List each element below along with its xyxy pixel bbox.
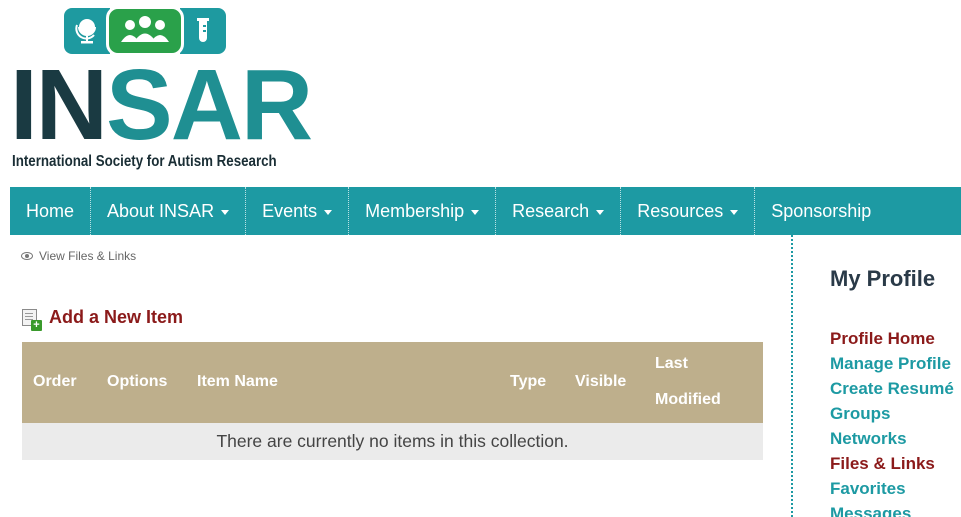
sidebar-divider	[791, 235, 793, 517]
caret-down-icon	[324, 209, 333, 215]
column-header-options[interactable]: Options	[107, 373, 167, 391]
column-header-last[interactable]: Last	[655, 355, 688, 373]
add-new-item-link[interactable]: Add a New Item	[22, 307, 184, 331]
nav-membership[interactable]: Membership	[349, 187, 497, 235]
add-new-item-label: Add a New Item	[49, 307, 184, 327]
nav-label: Sponsorship	[771, 200, 872, 221]
sidebar-item-messages[interactable]: Messages	[830, 501, 954, 517]
nav-about-insar[interactable]: About INSAR	[91, 187, 247, 235]
logo-wordmark[interactable]: INSAR	[10, 55, 313, 155]
breadcrumb[interactable]: View Files & Links	[21, 249, 136, 263]
empty-table-message: There are currently no items in this col…	[22, 423, 763, 460]
test-tube-icon	[180, 8, 226, 54]
sidebar-item-networks[interactable]: Networks	[830, 426, 954, 451]
column-header-item-name[interactable]: Item Name	[197, 373, 278, 391]
nav-resources[interactable]: Resources	[621, 187, 756, 235]
nav-label: Resources	[637, 200, 724, 221]
nav-sponsorship[interactable]: Sponsorship	[755, 187, 887, 235]
sidebar-title: My Profile	[830, 266, 936, 291]
nav-home[interactable]: Home	[10, 187, 92, 235]
wordmark-sar: SAR	[106, 49, 313, 161]
column-header-visible[interactable]: Visible	[575, 373, 626, 391]
breadcrumb-label: View Files & Links	[39, 249, 137, 263]
nav-label: Events	[262, 200, 318, 221]
sidebar-item-manage-profile[interactable]: Manage Profile	[830, 351, 954, 376]
add-document-icon	[22, 309, 42, 331]
nav-label: About INSAR	[107, 200, 215, 221]
sidebar-item-files-links[interactable]: Files & Links	[830, 451, 954, 476]
nav-research[interactable]: Research	[496, 187, 622, 235]
caret-down-icon	[596, 209, 605, 215]
column-header-order[interactable]: Order	[33, 373, 77, 391]
nav-label: Research	[512, 200, 590, 221]
table-header: Order Options Item Name Type Visible Las…	[22, 342, 763, 423]
wordmark-in: IN	[10, 49, 108, 161]
globe-icon	[64, 8, 110, 54]
caret-down-icon	[471, 209, 480, 215]
nav-events[interactable]: Events	[246, 187, 350, 235]
nav-label: Membership	[365, 200, 465, 221]
sidebar-item-favorites[interactable]: Favorites	[830, 476, 954, 501]
sidebar-item-create-resume[interactable]: Create Resumé	[830, 376, 954, 401]
caret-down-icon	[730, 209, 739, 215]
items-table: Order Options Item Name Type Visible Las…	[22, 342, 763, 460]
eye-icon	[21, 252, 33, 260]
sidebar-item-profile-home[interactable]: Profile Home	[830, 326, 954, 351]
people-icon	[106, 6, 184, 56]
profile-menu: Profile Home Manage Profile Create Resum…	[830, 326, 954, 517]
column-header-modified[interactable]: Modified	[655, 391, 721, 409]
caret-down-icon	[221, 209, 230, 215]
logo-tagline: International Society for Autism Researc…	[12, 153, 277, 170]
nav-label: Home	[26, 200, 75, 221]
column-header-type[interactable]: Type	[510, 373, 546, 391]
main-nav: Home About INSAR Events Membership Resea…	[10, 187, 961, 235]
sidebar-item-groups[interactable]: Groups	[830, 401, 954, 426]
